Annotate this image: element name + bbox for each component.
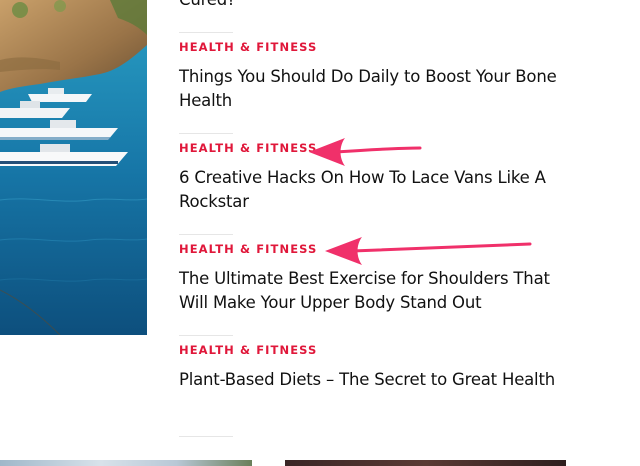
divider [179, 335, 233, 336]
post-category[interactable]: HEALTH & FITNESS [179, 242, 317, 256]
article-page: Cured? HEALTH & FITNESS Things You Shoul… [0, 0, 640, 466]
arrow-icon [325, 237, 532, 265]
post-title[interactable]: The Ultimate Best Exercise for Shoulders… [179, 267, 574, 315]
post-category[interactable]: HEALTH & FITNESS [179, 343, 317, 357]
divider [179, 32, 233, 33]
divider [179, 133, 233, 134]
post-title[interactable]: Things You Should Do Daily to Boost Your… [179, 65, 574, 113]
post-title[interactable]: Cured? [179, 0, 574, 12]
post-category[interactable]: HEALTH & FITNESS [179, 40, 317, 54]
post-title[interactable]: 6 Creative Hacks On How To Lace Vans Lik… [179, 166, 574, 214]
divider [179, 234, 233, 235]
thumbnail-image[interactable] [0, 460, 252, 466]
post-title[interactable]: Plant-Based Diets – The Secret to Great … [179, 368, 574, 392]
divider [179, 436, 233, 437]
arrow-icon [309, 138, 422, 166]
thumbnail-image[interactable] [285, 460, 566, 466]
coastline-photo [0, 0, 147, 335]
featured-image-boats[interactable] [0, 0, 147, 335]
post-category[interactable]: HEALTH & FITNESS [179, 141, 317, 155]
